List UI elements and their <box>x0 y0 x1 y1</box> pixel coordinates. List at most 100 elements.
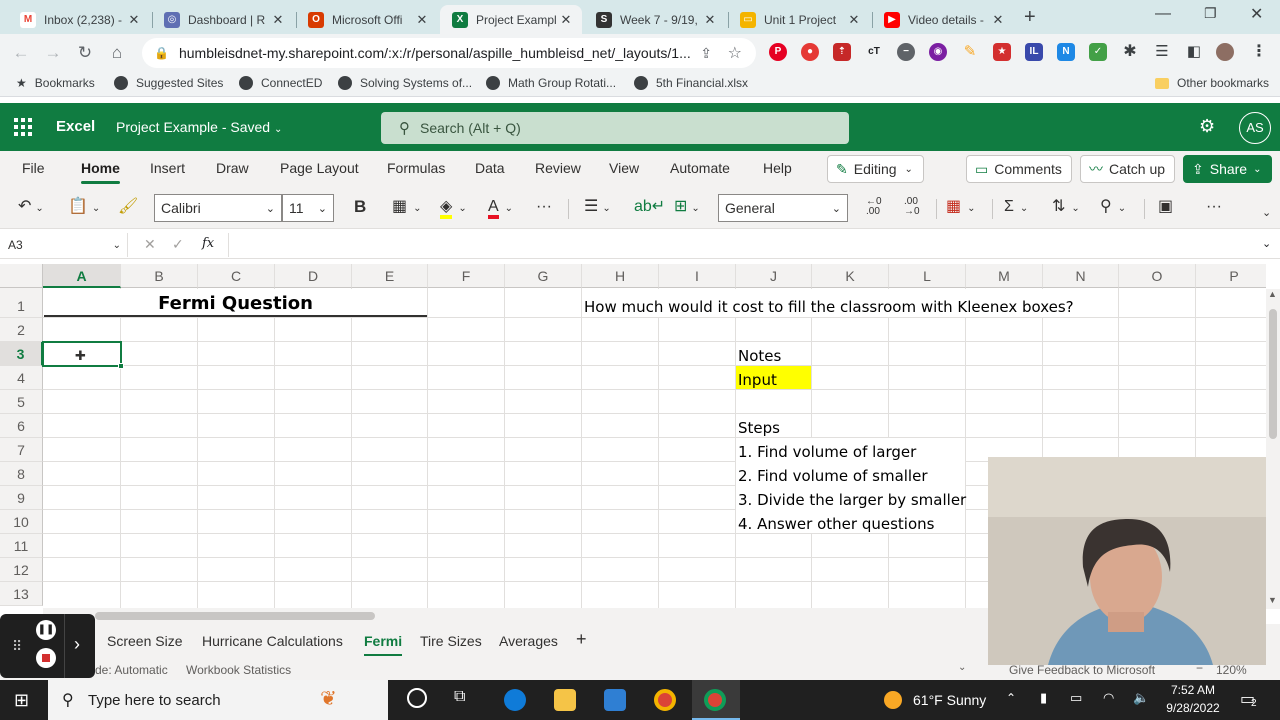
new-tab-button[interactable]: + <box>1024 6 1036 29</box>
clock-time[interactable]: 7:52 AM <box>1168 683 1218 697</box>
fill-handle[interactable] <box>118 363 124 369</box>
row-header-13[interactable]: 13 <box>0 582 43 606</box>
horizontal-scroll-thumb[interactable] <box>95 612 375 620</box>
color-picker-icon[interactable]: ◉ <box>929 43 947 61</box>
align-icon[interactable]: ☰ ⌄ <box>584 197 611 219</box>
analyze-data-icon[interactable]: ▣ <box>1158 197 1173 217</box>
select-all-corner[interactable] <box>0 264 43 288</box>
battery-icon[interactable]: ▭ <box>1070 690 1082 706</box>
browser-tab-gmail[interactable]: M Inbox (2,238) - ✕ <box>8 5 150 34</box>
step-4-cell[interactable]: 4. Answer other questions <box>738 515 934 533</box>
row-header-1[interactable]: 1 <box>0 294 43 318</box>
extension-ct-icon[interactable]: cT <box>865 43 883 61</box>
cortana-icon[interactable] <box>407 688 427 708</box>
close-tab-icon[interactable]: ✕ <box>414 12 430 28</box>
browser-menu-icon[interactable]: ⋮ <box>1250 43 1268 61</box>
column-header-e[interactable]: E <box>352 264 428 288</box>
reload-icon[interactable]: ↻ <box>74 42 96 64</box>
tab-view[interactable]: View <box>609 160 639 176</box>
close-tab-icon[interactable]: ✕ <box>990 12 1006 28</box>
clock-date[interactable]: 9/28/2022 <box>1160 701 1226 715</box>
column-header-f[interactable]: F <box>428 264 505 288</box>
wrap-text-icon[interactable]: ab↵ <box>634 197 665 217</box>
step-2-cell[interactable]: 2. Find volume of smaller <box>738 467 928 485</box>
column-header-g[interactable]: G <box>505 264 582 288</box>
chrome-profile-icon[interactable] <box>704 689 726 711</box>
browser-tab-office[interactable]: O Microsoft Offi ✕ <box>296 5 438 34</box>
record-extension-icon[interactable]: ● <box>801 43 819 61</box>
notes-cell-j3[interactable]: Notes <box>738 347 781 365</box>
bookmark-connected[interactable]: ConnectED <box>239 76 322 90</box>
close-tab-icon[interactable]: ✕ <box>126 12 142 28</box>
windows-start-icon[interactable]: ⊞ <box>14 690 29 711</box>
search-input[interactable]: ⚲ Search (Alt + Q) <box>381 112 849 144</box>
share-page-icon[interactable]: ⇪ <box>700 45 712 62</box>
weather-text[interactable]: 61°F Sunny <box>913 692 986 708</box>
forward-icon[interactable]: → <box>42 42 64 64</box>
vertical-scrollbar[interactable]: ▲ ▼ <box>1266 289 1280 609</box>
chrome-icon[interactable] <box>654 689 676 711</box>
ribbon-expand-icon[interactable]: ⌄ <box>1262 203 1271 223</box>
extension-minus-icon[interactable]: − <box>897 43 915 61</box>
bold-button[interactable]: B <box>354 197 366 217</box>
column-header-n[interactable]: N <box>1043 264 1119 288</box>
tab-insert[interactable]: Insert <box>150 160 185 176</box>
scroll-down-icon[interactable]: ▼ <box>1268 595 1277 605</box>
row-header-2[interactable]: 2 <box>0 318 43 342</box>
feedback-link[interactable]: Give Feedback to Microsoft <box>1009 663 1155 677</box>
show-hidden-icons[interactable]: ⌃ <box>1006 691 1016 705</box>
enter-formula-icon[interactable]: ✓ <box>172 236 184 253</box>
column-header-m[interactable]: M <box>966 264 1043 288</box>
store-icon[interactable] <box>604 689 626 711</box>
workbook-statistics[interactable]: Workbook Statistics <box>186 663 291 677</box>
step-1-cell[interactable]: 1. Find volume of larger <box>738 443 916 461</box>
pause-recording-icon[interactable]: ❚❚ <box>36 620 56 640</box>
address-bar[interactable]: 🔒 humbleisdnet-my.sharepoint.com/:x:/r/p… <box>142 38 756 68</box>
font-color-icon[interactable]: A ⌄ <box>488 197 513 219</box>
sheet-tab-averages[interactable]: Averages <box>499 633 558 649</box>
usb-icon[interactable]: ▮ <box>1040 690 1047 706</box>
drag-handle-icon[interactable]: ⠿ <box>12 638 22 655</box>
row-header-10[interactable]: 10 <box>0 510 43 534</box>
column-header-d[interactable]: D <box>275 264 352 288</box>
column-header-o[interactable]: O <box>1119 264 1196 288</box>
task-view-icon[interactable]: ⧉ <box>454 688 465 706</box>
add-sheet-icon[interactable]: + <box>576 629 587 650</box>
row-header-11[interactable]: 11 <box>0 534 43 558</box>
sheet-tab-screen-size[interactable]: Screen Size <box>107 633 182 649</box>
bookmark-solving-systems[interactable]: Solving Systems of... <box>338 76 472 90</box>
formula-input[interactable] <box>228 233 1258 257</box>
sheet-tab-hurricane[interactable]: Hurricane Calculations <box>202 633 343 649</box>
browser-tab-project-example[interactable]: X Project Exampl ✕ <box>440 5 582 34</box>
tab-data[interactable]: Data <box>475 160 505 176</box>
autosum-icon[interactable]: Σ ⌄ <box>1004 197 1028 219</box>
app-launcher-icon[interactable] <box>14 118 32 136</box>
bookmark-bookmarks[interactable]: ★ Bookmarks <box>16 76 95 90</box>
expand-formula-bar-icon[interactable]: ⌄ <box>1262 237 1271 250</box>
settings-gear-icon[interactable]: ⚙ <box>1199 116 1215 137</box>
merge-cells-icon[interactable]: ⊞ ⌄ <box>674 197 700 219</box>
back-icon[interactable]: ← <box>10 42 32 64</box>
pinterest-icon[interactable]: P <box>769 43 787 61</box>
step-3-cell[interactable]: 3. Divide the larger by smaller <box>738 491 966 509</box>
tab-automate[interactable]: Automate <box>670 160 730 176</box>
tab-home[interactable]: Home <box>81 160 120 184</box>
row-header-4[interactable]: 4 <box>0 366 43 390</box>
extension-green-icon[interactable]: ✓ <box>1089 43 1107 61</box>
reading-list-icon[interactable]: ☰ <box>1153 43 1171 61</box>
bookmark-5th-financial[interactable]: 5th Financial.xlsx <box>634 76 748 90</box>
browser-tab-unit1[interactable]: ▭ Unit 1 Project ✕ <box>728 5 870 34</box>
sheet-tab-tire-sizes[interactable]: Tire Sizes <box>420 633 482 649</box>
expand-recorder-icon[interactable]: › <box>74 634 80 655</box>
bookmark-math-group[interactable]: Math Group Rotati... <box>486 76 616 90</box>
tab-page-layout[interactable]: Page Layout <box>280 160 359 176</box>
browser-tab-week7[interactable]: S Week 7 - 9/19, ✕ <box>584 5 726 34</box>
column-header-i[interactable]: I <box>659 264 736 288</box>
volume-icon[interactable]: 🔈 <box>1133 690 1149 706</box>
column-header-l[interactable]: L <box>889 264 966 288</box>
row-header-6[interactable]: 6 <box>0 414 43 438</box>
more-options-icon[interactable]: ··· <box>536 197 552 217</box>
cancel-formula-icon[interactable]: ✕ <box>144 236 156 253</box>
account-avatar[interactable]: AS <box>1239 112 1271 144</box>
sort-filter-icon[interactable]: ⇅ ⌄ <box>1052 197 1080 219</box>
